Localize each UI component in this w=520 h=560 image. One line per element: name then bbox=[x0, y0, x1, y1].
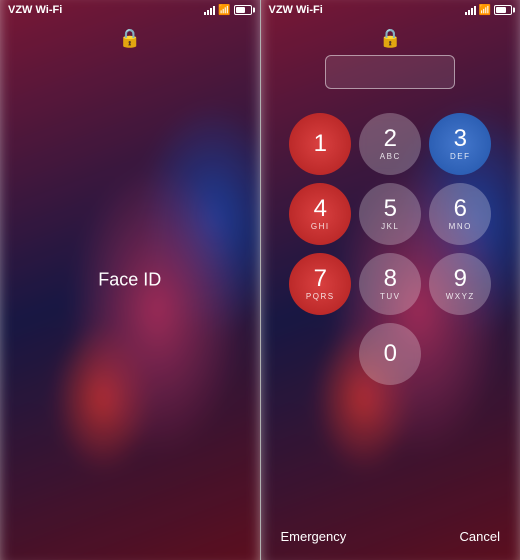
key-7-letters: PQRS bbox=[306, 292, 335, 301]
key-5-letters: JKL bbox=[381, 222, 399, 231]
emergency-button[interactable]: Emergency bbox=[277, 525, 351, 548]
key-5-number: 5 bbox=[384, 197, 397, 221]
key-7[interactable]: 7PQRS bbox=[289, 253, 351, 315]
passcode-screen-panel: VZW Wi-Fi 📶 🔒 12ABC3DEF4GHI5JKL6MNO7PQRS… bbox=[261, 0, 520, 560]
key-9[interactable]: 9WXYZ bbox=[429, 253, 491, 315]
carrier-left: VZW Wi-Fi bbox=[8, 4, 62, 16]
keypad-grid: 12ABC3DEF4GHI5JKL6MNO7PQRS8TUV9WXYZ0 bbox=[289, 113, 491, 385]
battery-fill bbox=[236, 7, 246, 13]
key-4-number: 4 bbox=[314, 197, 327, 221]
key-1-number: 1 bbox=[314, 132, 327, 156]
key-7-number: 7 bbox=[314, 267, 327, 291]
key-6-letters: MNO bbox=[449, 222, 472, 231]
key-9-letters: WXYZ bbox=[446, 292, 475, 301]
key-9-number: 9 bbox=[454, 267, 467, 291]
face-id-label[interactable]: Face ID bbox=[98, 270, 161, 291]
key-1[interactable]: 1 bbox=[289, 113, 351, 175]
key-6[interactable]: 6MNO bbox=[429, 183, 491, 245]
signal-icon bbox=[204, 5, 215, 15]
key-3[interactable]: 3DEF bbox=[429, 113, 491, 175]
status-icons-left: 📶 bbox=[204, 5, 251, 16]
key-3-letters: DEF bbox=[450, 152, 471, 161]
lock-screen-panel: VZW Wi-Fi 📶 🔒 Face ID bbox=[0, 0, 260, 560]
battery-icon bbox=[234, 5, 252, 15]
bottom-bar: Emergency Cancel bbox=[261, 525, 520, 548]
passcode-input-field[interactable] bbox=[325, 55, 455, 89]
passcode-area: 12ABC3DEF4GHI5JKL6MNO7PQRS8TUV9WXYZ0 bbox=[261, 0, 520, 560]
key-8-letters: TUV bbox=[380, 292, 401, 301]
key-0-number: 0 bbox=[384, 342, 397, 366]
key-6-number: 6 bbox=[454, 197, 467, 221]
status-bar-left: VZW Wi-Fi 📶 bbox=[0, 0, 260, 20]
key-8-number: 8 bbox=[384, 267, 397, 291]
key-5[interactable]: 5JKL bbox=[359, 183, 421, 245]
cancel-button[interactable]: Cancel bbox=[456, 525, 504, 548]
key-4[interactable]: 4GHI bbox=[289, 183, 351, 245]
key-3-number: 3 bbox=[454, 127, 467, 151]
key-2[interactable]: 2ABC bbox=[359, 113, 421, 175]
wifi-icon: 📶 bbox=[218, 5, 230, 16]
key-2-letters: ABC bbox=[380, 152, 401, 161]
key-8[interactable]: 8TUV bbox=[359, 253, 421, 315]
key-4-letters: GHI bbox=[311, 222, 330, 231]
lock-icon-left: 🔒 bbox=[119, 28, 141, 49]
key-0[interactable]: 0 bbox=[359, 323, 421, 385]
key-2-number: 2 bbox=[384, 127, 397, 151]
